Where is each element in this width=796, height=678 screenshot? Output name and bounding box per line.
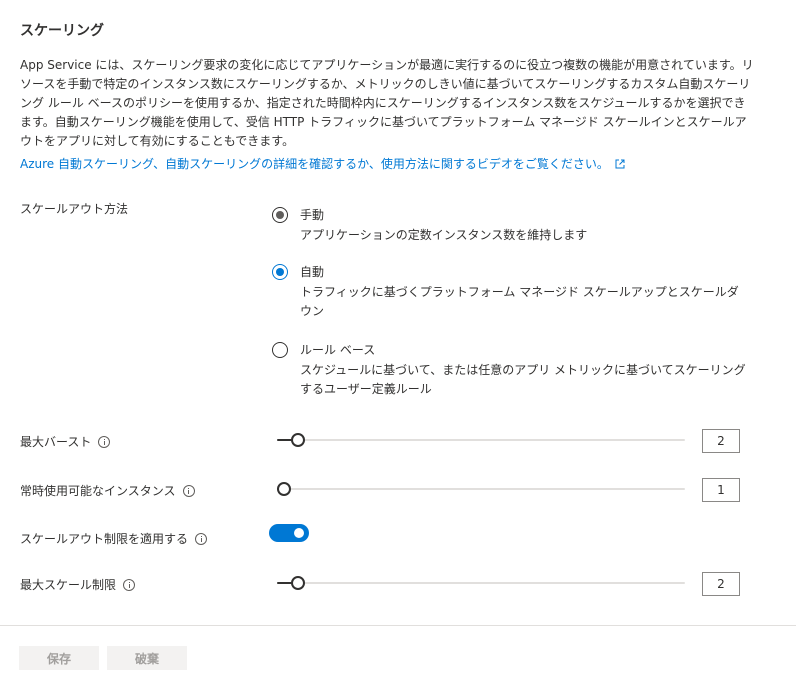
scaling-page: スケーリング App Service には、スケーリング要求の変化に応じてアプリ… bbox=[0, 0, 796, 678]
always-ready-value-box[interactable]: 1 bbox=[702, 478, 740, 502]
discard-button[interactable]: 破棄 bbox=[107, 646, 187, 670]
external-link-icon bbox=[615, 156, 625, 175]
max-burst-label: 最大バースト bbox=[20, 435, 92, 449]
enforce-limit-label-row: スケールアウト制限を適用する bbox=[20, 530, 208, 547]
max-scale-limit-slider[interactable] bbox=[277, 573, 685, 593]
slider-track bbox=[277, 488, 685, 490]
footer-divider bbox=[0, 625, 796, 626]
radio-manual-description: アプリケーションの定数インスタンス数を維持します bbox=[300, 228, 588, 242]
toggle-knob bbox=[294, 528, 304, 538]
always-ready-slider[interactable] bbox=[277, 479, 685, 499]
enforce-limit-label: スケールアウト制限を適用する bbox=[20, 532, 189, 546]
section-description: App Service には、スケーリング要求の変化に応じてアプリケーションが最… bbox=[20, 58, 754, 148]
max-scale-limit-value-box[interactable]: 2 bbox=[702, 572, 740, 596]
info-icon[interactable] bbox=[182, 484, 195, 497]
radio-auto-description: トラフィックに基づくプラットフォーム マネージド スケールアップとスケールダウン bbox=[300, 285, 739, 318]
radio-auto-title: 自動 bbox=[300, 265, 325, 279]
info-icon[interactable] bbox=[98, 435, 111, 448]
radio-manual-title: 手動 bbox=[300, 208, 325, 222]
always-ready-label: 常時使用可能なインスタンス bbox=[20, 484, 176, 498]
max-scale-limit-label-row: 最大スケール制限 bbox=[20, 576, 136, 593]
always-ready-label-row: 常時使用可能なインスタンス bbox=[20, 482, 195, 499]
radio-manual-circle[interactable] bbox=[272, 207, 288, 223]
radio-option-rule-based[interactable]: ルール ベース スケジュールに基づいて、または任意のアプリ メトリックに基づいて… bbox=[272, 341, 752, 401]
max-burst-value-box[interactable]: 2 bbox=[702, 429, 740, 453]
scale-out-method-label: スケールアウト方法 bbox=[20, 202, 129, 216]
radio-option-manual[interactable]: 手動 アプリケーションの定数インスタンス数を維持します bbox=[272, 206, 752, 246]
enforce-limit-toggle[interactable] bbox=[269, 524, 309, 542]
slider-track bbox=[277, 439, 685, 441]
max-scale-limit-label: 最大スケール制限 bbox=[20, 578, 117, 592]
slider-thumb[interactable] bbox=[277, 482, 291, 496]
slider-thumb[interactable] bbox=[291, 576, 306, 590]
radio-rule-circle[interactable] bbox=[272, 342, 288, 358]
max-burst-slider[interactable] bbox=[277, 430, 685, 450]
info-icon[interactable] bbox=[123, 578, 136, 591]
learn-more-link-text: Azure 自動スケーリング、自動スケーリングの詳細を確認するか、使用方法に関す… bbox=[20, 157, 609, 171]
radio-rule-title: ルール ベース bbox=[300, 343, 376, 357]
slider-track bbox=[277, 582, 685, 584]
section-title: スケーリング bbox=[20, 23, 104, 39]
info-icon[interactable] bbox=[195, 532, 208, 545]
radio-option-auto[interactable]: 自動 トラフィックに基づくプラットフォーム マネージド スケールアップとスケール… bbox=[272, 263, 752, 323]
radio-auto-circle[interactable] bbox=[272, 264, 288, 280]
save-button[interactable]: 保存 bbox=[19, 646, 99, 670]
radio-rule-description: スケジュールに基づいて、または任意のアプリ メトリックに基づいてスケーリングする… bbox=[300, 363, 746, 396]
max-burst-label-row: 最大バースト bbox=[20, 433, 111, 450]
slider-thumb[interactable] bbox=[291, 433, 306, 447]
learn-more-link[interactable]: Azure 自動スケーリング、自動スケーリングの詳細を確認するか、使用方法に関す… bbox=[20, 155, 625, 175]
